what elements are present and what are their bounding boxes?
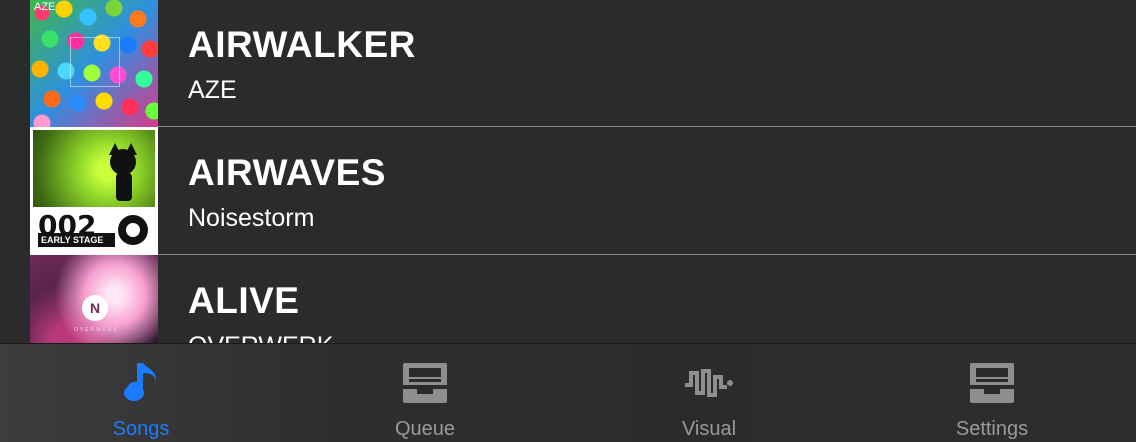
song-artist: OVERWERK [188, 332, 333, 343]
cat-body-shape [116, 173, 132, 201]
album-initial: N [82, 295, 108, 321]
song-row[interactable]: 002 EARLY STAGE AIRWAVES Noisestorm [0, 127, 1136, 255]
song-artist: AZE [188, 76, 237, 104]
tab-label: Visual [681, 418, 737, 440]
tab-settings[interactable]: Settings [892, 344, 1092, 442]
song-artist: Noisestorm [188, 204, 315, 232]
album-art: 002 EARLY STAGE [30, 127, 158, 255]
song-list: AZE AIRWALKER AZE 002 EARLY STAGE AIRWAV… [0, 0, 1136, 343]
song-row[interactable]: AZE AIRWALKER AZE [0, 0, 1136, 127]
tab-visual[interactable]: Visual [609, 344, 809, 442]
tab-label: Queue [394, 418, 456, 440]
music-note-icon [124, 363, 156, 401]
song-title: AIRWALKER [188, 24, 416, 65]
song-row[interactable]: N OVERWERK ALIVE OVERWERK [0, 255, 1136, 343]
waveform-icon [685, 369, 733, 397]
album-art: N OVERWERK [30, 255, 158, 343]
album-brand: OVERWERK [74, 327, 120, 333]
song-title: ALIVE [188, 280, 300, 321]
album-art: AZE [30, 0, 158, 127]
album-stage-label: EARLY STAGE [38, 233, 115, 247]
tray-icon [970, 363, 1014, 403]
tray-icon [403, 363, 447, 403]
tab-queue[interactable]: Queue [325, 344, 525, 442]
tab-songs[interactable]: Songs [41, 344, 241, 442]
tab-label: Settings [955, 418, 1029, 440]
album-art-grid [70, 37, 120, 87]
album-art-label: AZE [34, 1, 56, 13]
song-title: AIRWAVES [188, 152, 386, 193]
cat-head-shape [110, 149, 136, 175]
logo-inner-shape [126, 223, 140, 237]
tab-label: Songs [112, 418, 170, 440]
tab-bar: Songs Queue Visual Settings [0, 343, 1136, 442]
